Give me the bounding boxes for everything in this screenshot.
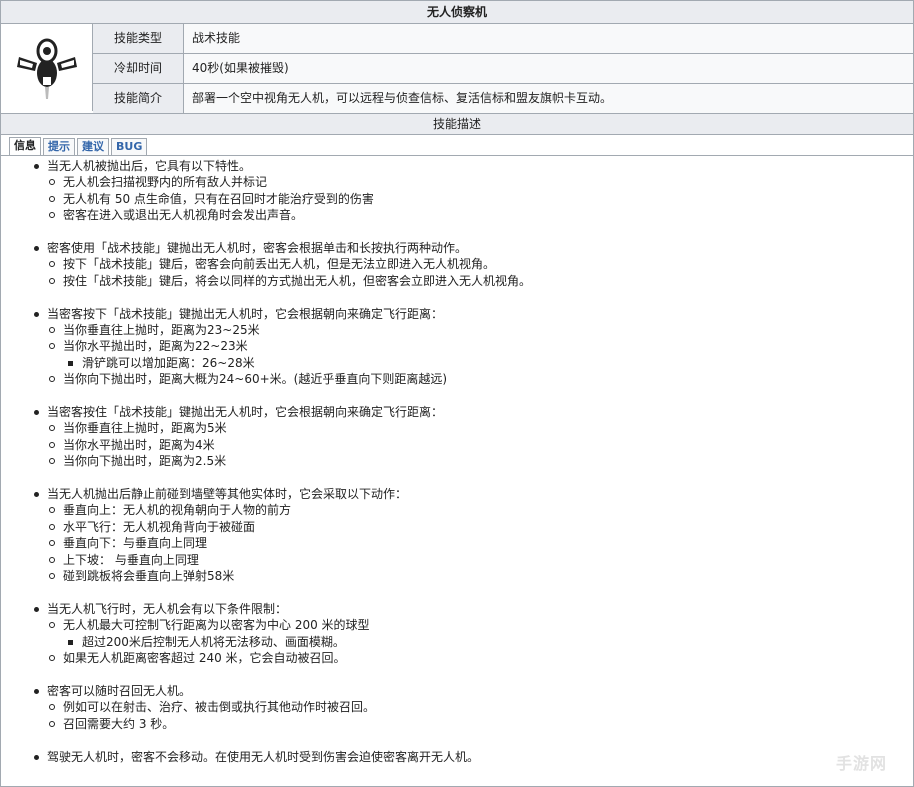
sub-list-item: 当你向下抛出时，距离为2.5米 — [1, 453, 913, 470]
sub-list-item: 上下坡： 与垂直向上同理 — [1, 552, 913, 569]
skill-infobox: 无人侦察机 技能类型 战术技能 冷却时间 40秒(如果被摧毁) 技能简介 部署一… — [0, 0, 914, 787]
sub-list-item: 当你水平抛出时，距离为22~23米 — [1, 338, 913, 355]
sub-list-item: 当你垂直往上抛时，距离为5米 — [1, 420, 913, 437]
list-item: 当无人机抛出后静止前碰到墙壁等其他实体时，它会采取以下动作： — [1, 486, 913, 502]
sub-list-item: 当你向下抛出时，距离大概为24~60+米。(越近乎垂直向下则距离越远) — [1, 371, 913, 388]
tab-info[interactable]: 信息 — [9, 137, 41, 155]
sub-list-item: 水平飞行：无人机视角背向于被碰面 — [1, 519, 913, 536]
row-summary: 技能简介 部署一个空中视角无人机，可以远程与侦查信标、复活信标和盟友旗帜卡互动。 — [93, 84, 913, 113]
list-item: 当密客按住「战术技能」键抛出无人机时，它会根据朝向来确定飞行距离： — [1, 404, 913, 420]
row-skill-type: 技能类型 战术技能 — [93, 24, 913, 54]
tab-bar: 信息 提示 建议 BUG — [1, 135, 913, 156]
list-item: 密客使用「战术技能」键抛出无人机时，密客会根据单击和长按执行两种动作。 — [1, 240, 913, 256]
description-content: 当无人机被抛出后，它具有以下特性。 无人机会扫描视野内的所有敌人并标记 无人机有 5… — [1, 156, 913, 765]
sub-list-item: 无人机最大可控制飞行距离为以密客为中心 200 米的球型 — [1, 617, 913, 634]
label: 技能简介 — [93, 84, 184, 113]
watermark: 手游网 — [835, 754, 887, 773]
list-item: 当无人机被抛出后，它具有以下特性。 — [1, 158, 913, 174]
row-cooldown: 冷却时间 40秒(如果被摧毁) — [93, 54, 913, 84]
sub-list-item: 按住「战术技能」键后，将会以同样的方式抛出无人机，但密客会立即进入无人机视角。 — [1, 273, 913, 290]
nested-list-item: 滑铲跳可以增加距离：26~28米 — [1, 355, 913, 372]
list-item: 当密客按下「战术技能」键抛出无人机时，它会根据朝向来确定飞行距离： — [1, 306, 913, 322]
tab-bug[interactable]: BUG — [111, 138, 148, 155]
tab-suggestions[interactable]: 建议 — [77, 138, 109, 155]
value: 部署一个空中视角无人机，可以远程与侦查信标、复活信标和盟友旗帜卡互动。 — [184, 84, 913, 113]
sub-list-item: 无人机有 50 点生命值，只有在召回时才能治疗受到的伤害 — [1, 191, 913, 208]
sub-list-item: 召回需要大约 3 秒。 — [1, 716, 913, 733]
sub-list-item: 垂直向下：与垂直向上同理 — [1, 535, 913, 552]
sub-list-item: 当你垂直往上抛时，距离为23~25米 — [1, 322, 913, 339]
value: 战术技能 — [184, 24, 913, 53]
info-table: 技能类型 战术技能 冷却时间 40秒(如果被摧毁) 技能简介 部署一个空中视角无… — [1, 24, 913, 114]
nested-list-item: 超过200米后控制无人机将无法移动、画面模糊。 — [1, 634, 913, 651]
section-title: 技能描述 — [1, 114, 913, 135]
sub-list-item: 当你水平抛出时，距离为4米 — [1, 437, 913, 454]
label: 冷却时间 — [93, 54, 184, 83]
list-item: 驾驶无人机时，密客不会移动。在使用无人机时受到伤害会迫使密客离开无人机。 — [1, 749, 913, 765]
sub-list-item: 碰到跳板将会垂直向上弹射58米 — [1, 568, 913, 585]
infobox-title: 无人侦察机 — [1, 1, 913, 24]
drone-icon — [16, 38, 77, 99]
sub-list-item: 垂直向上：无人机的视角朝向于人物的前方 — [1, 502, 913, 519]
sub-list-item: 例如可以在射击、治疗、被击倒或执行其他动作时被召回。 — [1, 699, 913, 716]
list-item: 密客可以随时召回无人机。 — [1, 683, 913, 699]
sub-list-item: 密客在进入或退出无人机视角时会发出声音。 — [1, 207, 913, 224]
sub-list-item: 无人机会扫描视野内的所有敌人并标记 — [1, 174, 913, 191]
value: 40秒(如果被摧毁) — [184, 54, 913, 83]
sub-list-item: 按下「战术技能」键后，密客会向前丢出无人机，但是无法立即进入无人机视角。 — [1, 256, 913, 273]
list-item: 当无人机飞行时，无人机会有以下条件限制： — [1, 601, 913, 617]
tab-tips[interactable]: 提示 — [43, 138, 75, 155]
label: 技能类型 — [93, 24, 184, 53]
sub-list-item: 如果无人机距离密客超过 240 米，它会自动被召回。 — [1, 650, 913, 667]
drone-skill-icon — [1, 24, 93, 111]
